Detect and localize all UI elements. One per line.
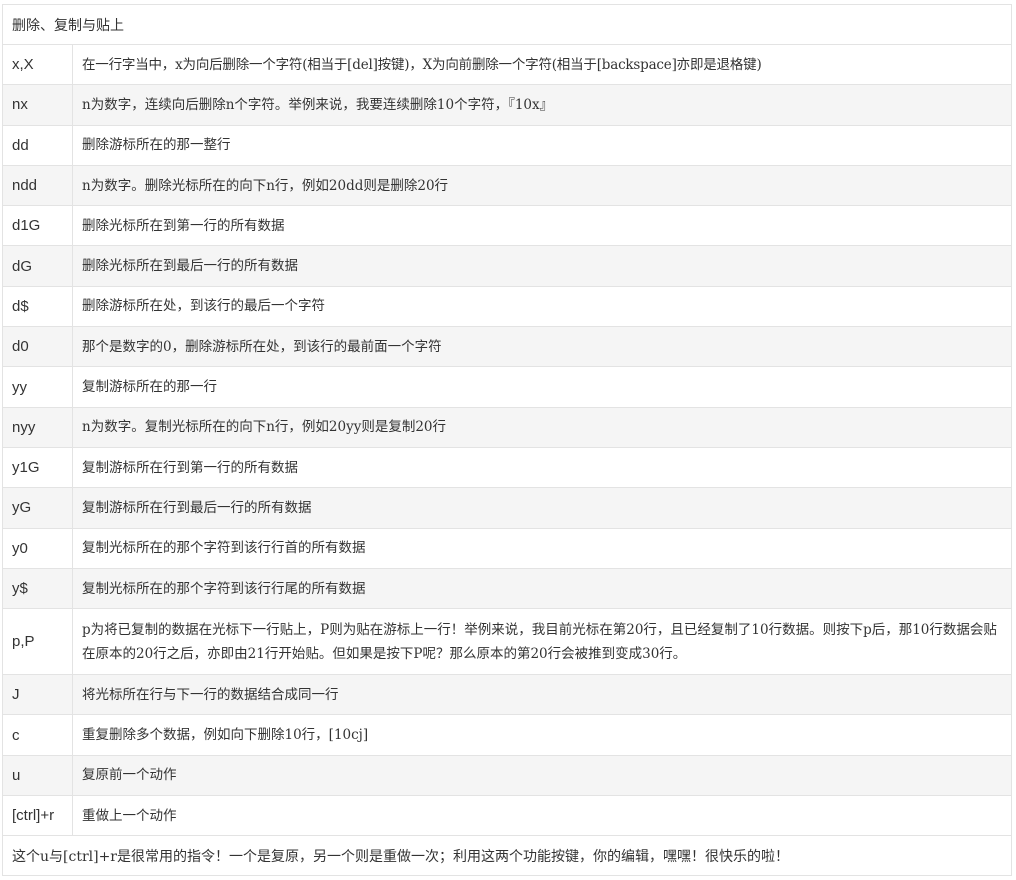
description-cell: 复制光标所在的那个字符到该行行尾的所有数据	[72, 567, 1012, 610]
description-cell: 复原前一个动作	[72, 754, 1012, 797]
description-cell: n为数字，连续向后删除n个字符。举例来说，我要连续删除10个字符，『10x』	[72, 84, 1012, 126]
table-row: d1G 删除光标所在到第一行的所有数据	[2, 205, 1012, 247]
command-cell: [ctrl]+r	[2, 795, 73, 837]
table-row: c 重复删除多个数据，例如向下删除10行，[10cj]	[2, 714, 1012, 756]
table-row: d$ 删除游标所在处，到该行的最后一个字符	[2, 285, 1012, 328]
table-row: p,P p为将已复制的数据在光标下一行贴上，P则为贴在游标上一行！举例来说，我目前…	[2, 608, 1012, 676]
table-row: yy 复制游标所在的那一行	[2, 366, 1012, 408]
table-row: ndd n为数字。删除光标所在的向下n行，例如20dd则是删除20行	[2, 164, 1012, 207]
table-row: y1G 复制游标所在行到第一行的所有数据	[2, 446, 1012, 489]
command-cell: y$	[2, 567, 73, 610]
command-cell: u	[2, 754, 73, 797]
footnote-row: 这个u与[ctrl]+r是很常用的指令！一个是复原，另一个则是重做一次；利用这两…	[2, 835, 1012, 877]
command-cell: d$	[2, 285, 73, 328]
description-cell: 复制游标所在行到最后一行的所有数据	[72, 487, 1012, 529]
table-title: 删除、复制与贴上	[2, 4, 1012, 45]
description-cell: 删除光标所在到最后一行的所有数据	[72, 245, 1012, 287]
description-cell: 重复删除多个数据，例如向下删除10行，[10cj]	[72, 714, 1012, 756]
table-row: dd 删除游标所在的那一整行	[2, 124, 1012, 166]
description-cell: 复制游标所在的那一行	[72, 366, 1012, 408]
footnote-text: 这个u与[ctrl]+r是很常用的指令！一个是复原，另一个则是重做一次；利用这两…	[2, 835, 1012, 877]
command-cell: p,P	[2, 608, 73, 676]
command-cell: d0	[2, 326, 73, 368]
table-row: dG 删除光标所在到最后一行的所有数据	[2, 245, 1012, 287]
command-cell: yG	[2, 487, 73, 529]
command-cell: x,X	[2, 43, 73, 86]
command-cell: c	[2, 714, 73, 756]
table-row: y$ 复制光标所在的那个字符到该行行尾的所有数据	[2, 567, 1012, 610]
table-row: y0 复制光标所在的那个字符到该行行首的所有数据	[2, 527, 1012, 569]
command-cell: nx	[2, 84, 73, 126]
command-cell: dG	[2, 245, 73, 287]
description-cell: 那个是数字的0，删除游标所在处，到该行的最前面一个字符	[72, 326, 1012, 368]
command-cell: d1G	[2, 205, 73, 247]
command-cell: J	[2, 674, 73, 716]
command-cell: yy	[2, 366, 73, 408]
description-cell: 复制光标所在的那个字符到该行行首的所有数据	[72, 527, 1012, 569]
command-cell: ndd	[2, 164, 73, 207]
description-cell: 在一行字当中，x为向后删除一个字符(相当于[del]按键)，X为向前删除一个字符…	[72, 43, 1012, 86]
table-row: [ctrl]+r 重做上一个动作	[2, 795, 1012, 837]
command-cell: nyy	[2, 406, 73, 448]
command-cell: dd	[2, 124, 73, 166]
table-row: yG 复制游标所在行到最后一行的所有数据	[2, 487, 1012, 529]
description-cell: n为数字。复制光标所在的向下n行，例如20yy则是复制20行	[72, 406, 1012, 448]
description-cell: 删除游标所在的那一整行	[72, 124, 1012, 166]
command-cell: y0	[2, 527, 73, 569]
table-row: nx n为数字，连续向后删除n个字符。举例来说，我要连续删除10个字符，『10x』	[2, 84, 1012, 126]
table-row: J 将光标所在行与下一行的数据结合成同一行	[2, 674, 1012, 716]
table-row: u 复原前一个动作	[2, 754, 1012, 797]
command-cell: y1G	[2, 446, 73, 489]
table-row: x,X 在一行字当中，x为向后删除一个字符(相当于[del]按键)，X为向前删除一…	[2, 43, 1012, 86]
vim-commands-table: 删除、复制与贴上 x,X 在一行字当中，x为向后删除一个字符(相当于[del]按键…	[2, 4, 1012, 877]
table-row: d0 那个是数字的0，删除游标所在处，到该行的最前面一个字符	[2, 326, 1012, 368]
description-cell: 将光标所在行与下一行的数据结合成同一行	[72, 674, 1012, 716]
table-title-row: 删除、复制与贴上	[2, 4, 1012, 45]
description-cell: 删除游标所在处，到该行的最后一个字符	[72, 285, 1012, 328]
description-cell: 复制游标所在行到第一行的所有数据	[72, 446, 1012, 489]
description-cell: 删除光标所在到第一行的所有数据	[72, 205, 1012, 247]
description-cell: n为数字。删除光标所在的向下n行，例如20dd则是删除20行	[72, 164, 1012, 207]
table-row: nyy n为数字。复制光标所在的向下n行，例如20yy则是复制20行	[2, 406, 1012, 448]
description-cell: p为将已复制的数据在光标下一行贴上，P则为贴在游标上一行！举例来说，我目前光标在…	[72, 608, 1012, 676]
description-cell: 重做上一个动作	[72, 795, 1012, 837]
